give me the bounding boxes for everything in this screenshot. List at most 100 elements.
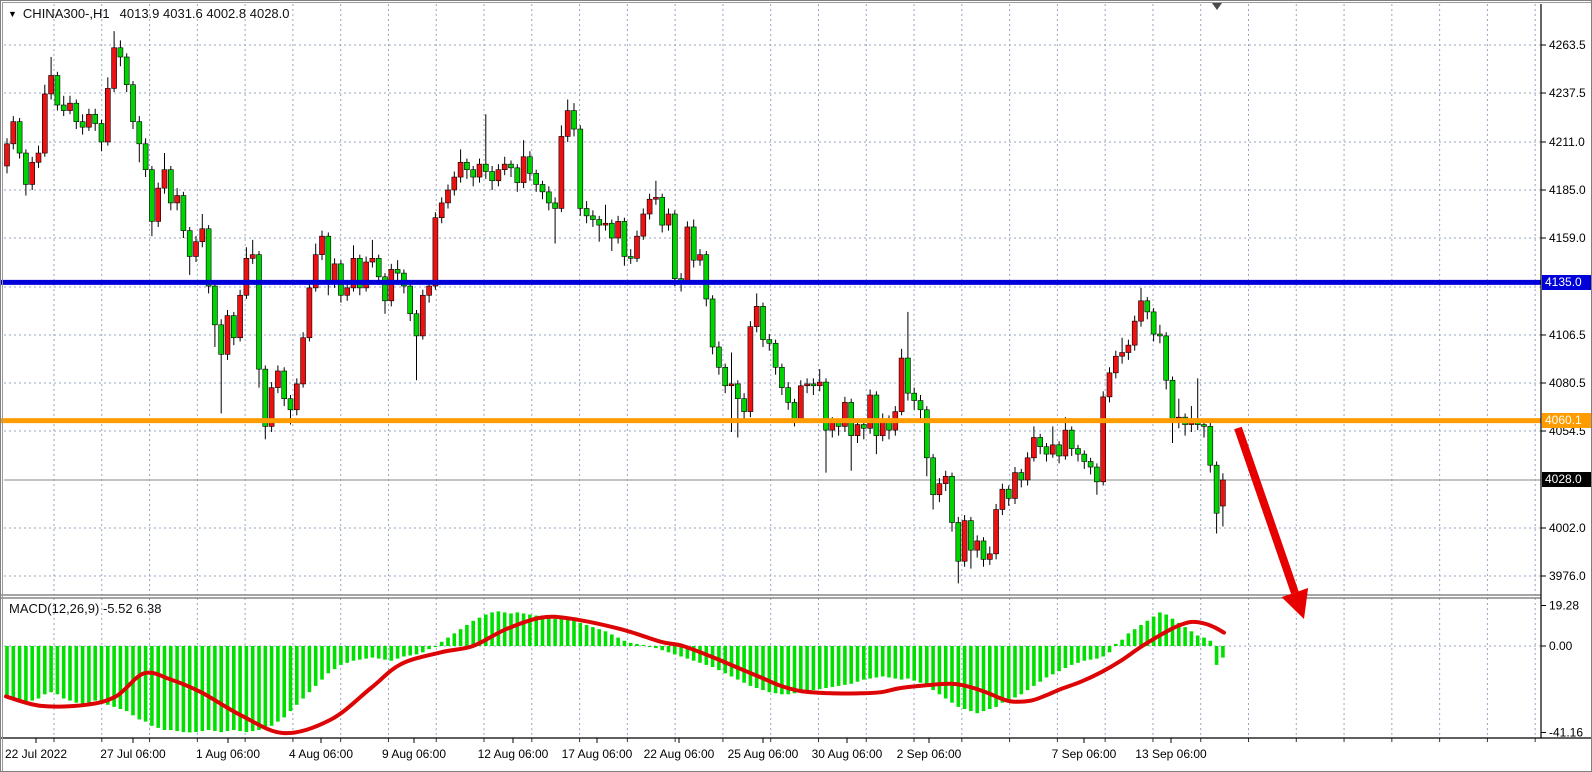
- macd-histogram-bar: [755, 646, 759, 688]
- macd-histogram-bar: [119, 646, 123, 709]
- candle-body: [729, 384, 734, 386]
- macd-histogram-bar: [553, 619, 557, 646]
- candle-body: [1157, 334, 1162, 336]
- macd-histogram-bar: [446, 638, 450, 646]
- candle-body: [861, 425, 866, 429]
- candle-body: [301, 338, 306, 384]
- macd-histogram-bar: [427, 646, 431, 649]
- candle-body: [924, 410, 929, 458]
- candle-body: [622, 221, 627, 256]
- candle-body: [559, 136, 564, 208]
- candle-body: [212, 286, 217, 325]
- price-axis-label: 4237.5: [1549, 86, 1586, 100]
- macd-histogram-bar: [673, 646, 677, 654]
- candle-body: [496, 170, 501, 181]
- macd-histogram-bar: [182, 646, 186, 732]
- candle-body: [225, 316, 230, 355]
- macd-histogram-bar: [1133, 629, 1137, 646]
- macd-histogram-bar: [1026, 646, 1030, 690]
- candle-body: [187, 231, 192, 257]
- macd-histogram-bar: [623, 641, 627, 646]
- macd-histogram-bar: [1089, 646, 1093, 660]
- candle-body: [502, 164, 507, 170]
- macd-axis-label: -41.16: [1549, 725, 1583, 739]
- macd-histogram-bar: [818, 646, 822, 689]
- macd-axis-label: 0.00: [1549, 639, 1573, 653]
- macd-histogram-bar: [1139, 625, 1143, 646]
- candle-body: [332, 264, 337, 282]
- candle-body: [653, 197, 658, 199]
- candle-body: [950, 476, 955, 522]
- macd-histogram-bar: [742, 646, 746, 683]
- macd-histogram-bar: [1083, 646, 1087, 661]
- macd-histogram-bar: [364, 646, 368, 659]
- macd-histogram-bar: [824, 646, 828, 688]
- time-axis-label: 13 Sep 06:00: [1135, 747, 1207, 761]
- macd-histogram-bar: [635, 644, 639, 646]
- candle-body: [956, 522, 961, 561]
- macd-histogram-bar: [251, 646, 255, 731]
- macd-histogram-bar: [912, 646, 916, 681]
- candle-body: [761, 306, 766, 339]
- macd-histogram-bar: [749, 646, 753, 686]
- candle-body: [282, 371, 287, 399]
- candle-body: [181, 196, 186, 231]
- macd-indicator-label: MACD(12,26,9) -5.52 6.38: [9, 601, 161, 616]
- candle-body: [1120, 353, 1125, 357]
- chart-plot-area[interactable]: [4, 4, 1541, 738]
- candle-body: [471, 170, 476, 177]
- macd-histogram-bar: [56, 646, 60, 694]
- candle-body: [143, 144, 148, 170]
- macd-histogram-bar: [516, 612, 520, 646]
- candle-body: [490, 172, 495, 181]
- candle-body: [710, 299, 715, 347]
- macd-histogram-bar: [1095, 646, 1099, 659]
- candle-body: [773, 343, 778, 367]
- macd-histogram-bar: [660, 646, 664, 650]
- macd-histogram-bar: [1158, 612, 1162, 646]
- candle-body: [124, 57, 129, 85]
- price-axis-label: 4185.0: [1549, 183, 1586, 197]
- current-price-tag: 4028.0: [1542, 472, 1592, 487]
- macd-histogram-bar: [868, 646, 872, 679]
- macd-histogram-bar: [1045, 646, 1049, 678]
- candle-body: [345, 288, 350, 295]
- candle-body: [376, 258, 381, 276]
- chart-shift-marker[interactable]: [1212, 3, 1222, 10]
- candle-body: [754, 306, 759, 326]
- candle-body: [962, 521, 967, 562]
- candle-body: [817, 382, 822, 386]
- macd-histogram-bar: [163, 646, 167, 730]
- macd-histogram-bar: [333, 646, 337, 669]
- price-axis[interactable]: [1541, 4, 1592, 738]
- macd-histogram-bar: [597, 629, 601, 646]
- candle-body: [836, 423, 841, 427]
- macd-histogram-bar: [837, 646, 841, 686]
- candle-body: [666, 214, 671, 225]
- collapse-ohlc-icon[interactable]: ▼: [8, 9, 17, 19]
- macd-histogram-bar: [1202, 638, 1206, 646]
- support-price-tag: 4060.1: [1542, 413, 1592, 428]
- candle-body: [80, 122, 85, 128]
- candle-body: [452, 177, 457, 190]
- macd-histogram-bar: [219, 646, 223, 732]
- candle-body: [238, 295, 243, 337]
- macd-histogram-bar: [100, 646, 104, 703]
- candle-body: [515, 168, 520, 183]
- macd-histogram-bar: [610, 634, 614, 646]
- candle-body: [660, 197, 665, 225]
- candle-body: [433, 218, 438, 286]
- candle-body: [477, 164, 482, 177]
- time-axis-label: 12 Aug 06:00: [478, 747, 549, 761]
- macd-histogram-bar: [843, 646, 847, 685]
- candle-body: [42, 94, 47, 153]
- macd-histogram-bar: [5, 646, 9, 696]
- macd-histogram-bar: [566, 619, 570, 646]
- candle-body: [408, 286, 413, 314]
- macd-histogram-bar: [950, 646, 954, 703]
- macd-histogram-bar: [138, 646, 142, 720]
- time-axis-label: 22 Jul 2022: [5, 747, 67, 761]
- candle-body: [578, 129, 583, 208]
- macd-histogram-bar: [459, 629, 463, 646]
- time-axis-label: 9 Aug 06:00: [382, 747, 446, 761]
